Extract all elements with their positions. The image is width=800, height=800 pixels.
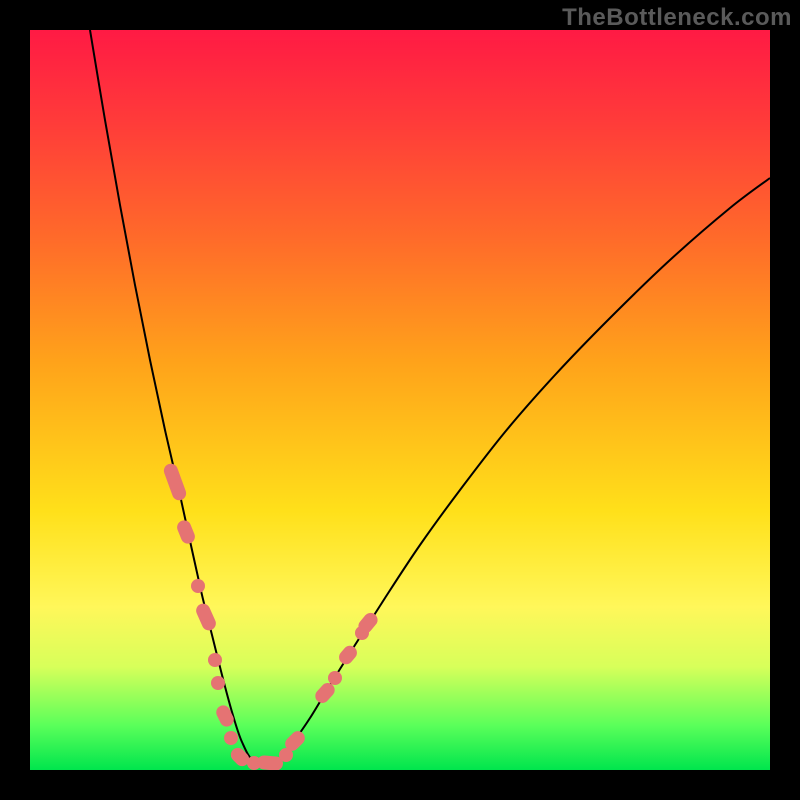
scatter-point	[208, 653, 222, 667]
scatter-point	[336, 643, 360, 667]
scatter-point	[194, 601, 218, 632]
scatter-points	[162, 462, 381, 770]
scatter-point	[175, 518, 197, 545]
chart-frame: TheBottleneck.com	[0, 0, 800, 800]
scatter-point	[191, 579, 205, 593]
plot-area	[30, 30, 770, 770]
scatter-point	[224, 731, 238, 745]
scatter-point	[328, 671, 342, 685]
watermark-text: TheBottleneck.com	[562, 4, 792, 32]
scatter-point	[162, 462, 188, 502]
scatter-point	[211, 676, 225, 690]
bottleneck-curve	[90, 30, 770, 764]
curve-svg	[30, 30, 770, 770]
scatter-point	[214, 703, 236, 729]
